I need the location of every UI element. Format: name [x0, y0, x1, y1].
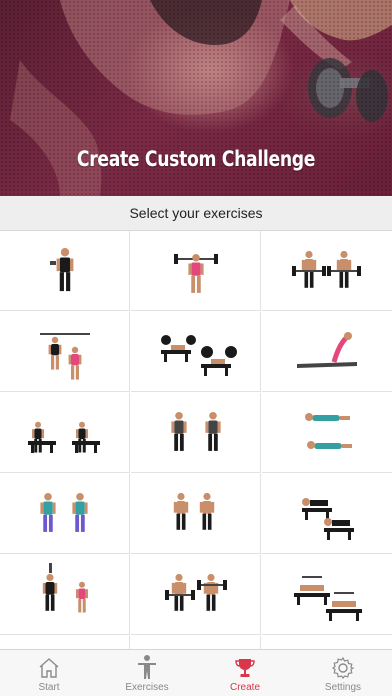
page-title: Create Custom Challenge	[76, 147, 316, 171]
exercise-tile[interactable]	[262, 312, 392, 392]
exercise-tile[interactable]	[0, 231, 130, 311]
bench-press-pair-icon	[161, 335, 237, 376]
exercise-tile[interactable]	[0, 393, 130, 473]
exercise-tile[interactable]	[131, 312, 261, 392]
dumbbell-shrug-pair-icon	[171, 411, 221, 451]
tab-exercises[interactable]: Exercises	[98, 650, 196, 696]
exercise-tile[interactable]	[131, 474, 261, 554]
tab-label: Create	[229, 682, 260, 693]
hero-banner: Create Custom Challenge	[0, 0, 392, 196]
house-icon	[39, 658, 59, 678]
dumbbell-curl-icon	[50, 248, 74, 292]
exercise-tile[interactable]	[262, 231, 392, 311]
exercise-tile[interactable]	[131, 393, 261, 473]
tab-create[interactable]: Create	[196, 650, 294, 696]
lateral-raise-pair-icon	[40, 492, 88, 532]
exercise-tile[interactable]	[262, 474, 392, 554]
exercise-tile[interactable]	[131, 636, 261, 649]
pull-up-pair-icon	[40, 333, 90, 380]
tab-settings[interactable]: Settings	[294, 650, 392, 696]
exercise-tile[interactable]	[131, 555, 261, 635]
exercise-tile[interactable]	[262, 636, 392, 649]
exercise-grid	[0, 231, 392, 649]
exercise-tile[interactable]	[0, 474, 130, 554]
person-icon	[138, 655, 156, 679]
trophy-icon	[235, 659, 255, 677]
section-label: Select your exercises	[129, 205, 263, 221]
section-header: Select your exercises	[0, 196, 392, 231]
exercise-tile[interactable]	[0, 555, 130, 635]
exercise-tile[interactable]	[262, 393, 392, 473]
tab-label: Exercises	[125, 682, 169, 693]
decline-bench-pair-icon	[294, 576, 362, 621]
exercise-tile[interactable]	[131, 231, 261, 311]
tab-start[interactable]: Start	[0, 650, 98, 696]
barbell-overhead-press-icon	[174, 253, 218, 293]
exercise-tile[interactable]	[0, 636, 130, 649]
barbell-curl-pair-icon	[292, 250, 361, 288]
push-up-pair-icon	[305, 413, 352, 449]
exercise-tile[interactable]	[0, 312, 130, 392]
overhead-press-pair-icon	[42, 563, 88, 613]
cobra-stretch-icon	[297, 332, 357, 368]
barbell-upright-row-pair-icon	[165, 573, 227, 611]
tab-label: Settings	[324, 682, 362, 693]
incline-fly-pair-icon	[302, 498, 354, 540]
tab-label: Start	[38, 682, 60, 693]
bench-dip-pair-icon	[28, 421, 100, 453]
exercise-tile[interactable]	[262, 555, 392, 635]
tab-bar: Start Exercises Create Settings	[0, 649, 392, 696]
dumbbell-row-pair-icon	[173, 492, 215, 530]
gear-icon	[332, 656, 355, 679]
